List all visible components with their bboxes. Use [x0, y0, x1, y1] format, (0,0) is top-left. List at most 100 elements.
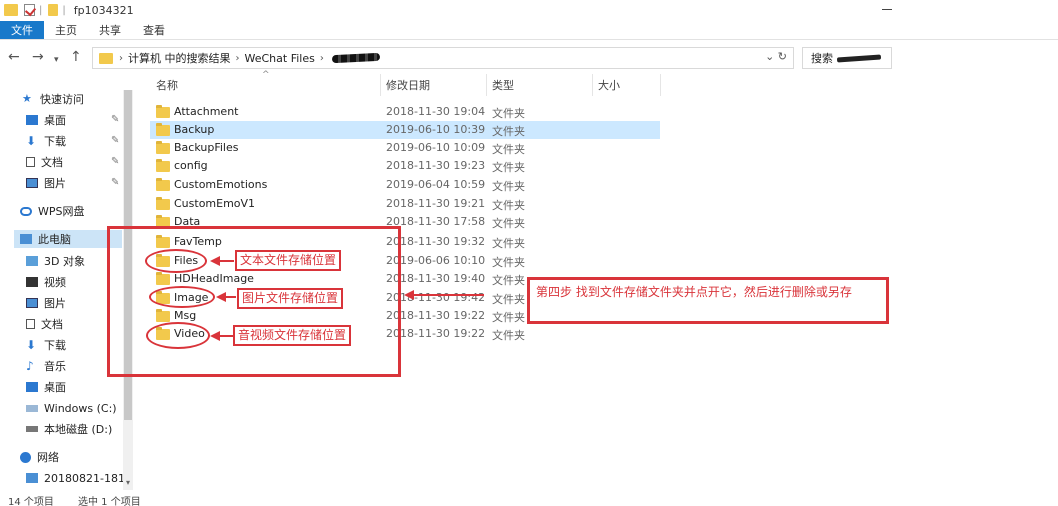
- sidebar-item-quick-access[interactable]: ★ 快速访问: [22, 90, 84, 108]
- computer-icon: [26, 473, 38, 483]
- table-row[interactable]: BackupFiles 2019-06-10 10:09 文件夹: [150, 139, 660, 157]
- title-bar: | | fp1034321: [0, 0, 1058, 20]
- table-row[interactable]: Backup 2019-06-10 10:39 文件夹: [150, 121, 660, 139]
- scroll-down-arrow-icon[interactable]: ▾: [123, 478, 133, 487]
- breadcrumb-search-results[interactable]: 计算机 中的搜索结果: [128, 50, 231, 66]
- tab-home[interactable]: 主页: [44, 21, 88, 39]
- minimize-button[interactable]: [882, 9, 892, 10]
- sidebar-item-desktop-pc[interactable]: 桌面: [26, 378, 66, 396]
- sidebar-item-network-pc[interactable]: 20180821-1812: [26, 469, 132, 487]
- column-header-date[interactable]: 修改日期: [380, 74, 486, 96]
- redacted-scribble: [836, 53, 882, 63]
- separator-icon: |: [62, 4, 66, 16]
- file-name: Attachment: [174, 105, 239, 118]
- file-name: CustomEmoV1: [174, 197, 256, 210]
- file-type: 文件夹: [492, 161, 525, 174]
- chevron-right-icon: ›: [235, 52, 240, 64]
- file-type: 文件夹: [492, 217, 525, 230]
- sidebar-item-drive-d[interactable]: 本地磁盘 (D:): [26, 420, 112, 438]
- file-type: 文件夹: [492, 143, 525, 156]
- download-icon: ⬇: [26, 338, 37, 352]
- sidebar-item-label: Windows (C:): [44, 401, 117, 415]
- picture-icon: [26, 178, 38, 188]
- sidebar-item-label: 音乐: [44, 360, 66, 373]
- file-type: 文件夹: [492, 329, 525, 342]
- annotation-label-image: 图片文件存储位置: [237, 288, 344, 309]
- file-name: BackupFiles: [174, 141, 239, 154]
- sidebar-item-3d-objects[interactable]: 3D 对象: [26, 252, 85, 270]
- column-header-name[interactable]: 名称: [150, 74, 380, 96]
- annotation-arrow-line: [218, 260, 234, 262]
- document-icon: [26, 319, 35, 329]
- folder-icon: [156, 159, 170, 172]
- sidebar-item-label: 下载: [44, 135, 66, 148]
- sidebar-item-label: 下载: [44, 339, 66, 352]
- table-row[interactable]: config 2018-11-30 19:23 文件夹: [150, 157, 660, 175]
- sidebar-item-videos[interactable]: 视频: [26, 273, 66, 291]
- video-icon: [26, 277, 38, 287]
- refresh-icon[interactable]: ⌄ ↻: [765, 50, 787, 63]
- file-type: 文件夹: [492, 125, 525, 138]
- properties-icon[interactable]: [24, 4, 35, 16]
- file-type: 文件夹: [492, 237, 525, 250]
- sidebar-item-documents[interactable]: 文档: [26, 153, 63, 171]
- cube-icon: [26, 256, 38, 266]
- breadcrumb-wechat-files[interactable]: WeChat Files: [245, 52, 315, 65]
- file-type: 文件夹: [492, 199, 525, 212]
- file-name: Backup: [174, 123, 215, 136]
- column-header-size[interactable]: 大小: [592, 74, 660, 96]
- file-type: 文件夹: [492, 256, 525, 269]
- sidebar-item-label: 3D 对象: [44, 255, 85, 268]
- separator-icon: |: [39, 4, 43, 16]
- sidebar-item-pictures[interactable]: 图片: [26, 174, 66, 192]
- navigation-bar: ← → ▾ ↑ › 计算机 中的搜索结果 › WeChat Files › ⌄ …: [0, 44, 1058, 72]
- sidebar-item-music[interactable]: ♪ 音乐: [26, 357, 66, 375]
- column-divider[interactable]: [660, 74, 661, 96]
- annotation-ellipse-image: [149, 286, 215, 308]
- folder-icon: [156, 123, 170, 136]
- sidebar-item-documents-pc[interactable]: 文档: [26, 315, 63, 333]
- download-icon: ⬇: [26, 134, 37, 148]
- drive-icon: [26, 426, 38, 432]
- annotation-step-note: 第四步 找到文件存储文件夹并点开它，然后进行删除或另存: [527, 277, 889, 324]
- back-arrow-icon[interactable]: ←: [8, 49, 20, 65]
- tab-share[interactable]: 共享: [88, 21, 132, 39]
- sidebar-item-label: 桌面: [44, 114, 66, 127]
- address-bar[interactable]: › 计算机 中的搜索结果 › WeChat Files › ⌄ ↻: [92, 47, 794, 69]
- up-arrow-icon[interactable]: ↑: [70, 49, 82, 65]
- star-icon: ★: [22, 92, 32, 105]
- sidebar-item-label: 图片: [44, 177, 66, 190]
- forward-arrow-icon[interactable]: →: [32, 49, 44, 65]
- column-header-type[interactable]: 类型: [486, 74, 592, 96]
- drive-icon: [26, 404, 38, 412]
- sidebar-item-wps-cloud[interactable]: WPS网盘: [20, 202, 85, 220]
- new-folder-icon[interactable]: [48, 4, 59, 16]
- file-date: 2018-11-30 19:21: [386, 197, 486, 210]
- table-row[interactable]: CustomEmotions 2019-06-04 10:59 文件夹: [150, 176, 660, 194]
- sidebar-item-network[interactable]: 网络: [20, 448, 59, 466]
- recent-locations-chevron-icon[interactable]: ▾: [54, 52, 59, 68]
- pin-icon[interactable]: ✎: [111, 114, 119, 125]
- search-input[interactable]: 搜索: [802, 47, 892, 69]
- sidebar-item-desktop[interactable]: 桌面: [26, 111, 66, 129]
- tab-file[interactable]: 文件: [0, 21, 44, 39]
- sidebar-item-label: 文档: [41, 318, 63, 331]
- file-name: CustomEmotions: [174, 178, 268, 191]
- folder-icon: [156, 178, 170, 191]
- table-row[interactable]: CustomEmoV1 2018-11-30 19:21 文件夹: [150, 195, 660, 213]
- folder-icon: [156, 197, 170, 210]
- item-count: 14 个项目: [8, 497, 54, 506]
- sidebar-item-pictures-pc[interactable]: 图片: [26, 294, 66, 312]
- table-row[interactable]: Attachment 2018-11-30 19:04 文件夹: [150, 103, 660, 121]
- pin-icon[interactable]: ✎: [111, 156, 119, 167]
- sidebar-item-downloads-pc[interactable]: ⬇ 下载: [26, 336, 66, 354]
- tab-view[interactable]: 查看: [132, 21, 176, 39]
- pin-icon[interactable]: ✎: [111, 135, 119, 146]
- file-date: 2018-11-30 19:23: [386, 159, 486, 172]
- sidebar-item-this-pc[interactable]: 此电脑: [14, 230, 122, 248]
- pin-icon[interactable]: ✎: [111, 177, 119, 188]
- document-icon: [26, 157, 35, 167]
- annotation-arrow-line: [224, 296, 236, 298]
- sidebar-item-downloads[interactable]: ⬇ 下载: [26, 132, 66, 150]
- sidebar-item-drive-c[interactable]: Windows (C:): [26, 399, 117, 417]
